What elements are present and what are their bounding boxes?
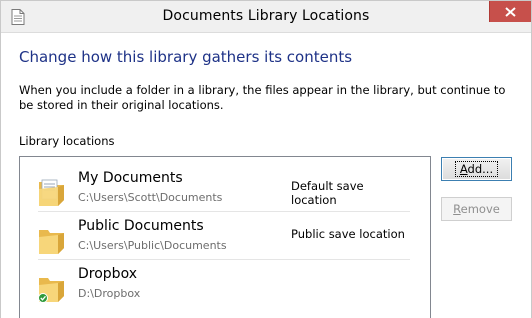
location-name: Public Documents <box>78 218 204 234</box>
list-item[interactable]: Dropbox D:\Dropbox <box>38 261 410 308</box>
location-name: My Documents <box>78 170 183 186</box>
add-button[interactable]: Add... <box>441 157 512 181</box>
remove-button[interactable]: Remove <box>441 197 512 221</box>
dialog-window: Documents Library Locations Change how t… <box>0 0 532 318</box>
location-path: C:\Users\Public\Documents <box>78 239 227 252</box>
description-text: When you include a folder in a library, … <box>19 83 506 112</box>
folder-documents-icon <box>38 177 65 207</box>
add-label-rest: dd... <box>467 162 494 176</box>
library-locations-label: Library locations <box>19 134 115 148</box>
location-path: C:\Users\Scott\Documents <box>78 191 223 204</box>
folder-sync-icon <box>38 273 65 303</box>
add-mnemonic: A <box>459 162 468 176</box>
folder-icon <box>38 225 65 255</box>
remove-mnemonic: R <box>453 202 461 216</box>
page-heading: Change how this library gathers its cont… <box>19 48 353 66</box>
location-status: Default save location <box>291 179 364 207</box>
remove-label-rest: emove <box>460 202 500 216</box>
library-locations-list[interactable]: My Documents C:\Users\Scott\Documents De… <box>19 156 431 318</box>
window-title: Documents Library Locations <box>162 8 370 24</box>
location-name: Dropbox <box>78 266 137 282</box>
location-status: Public save location <box>291 227 405 241</box>
list-item[interactable]: My Documents C:\Users\Scott\Documents De… <box>38 165 410 212</box>
close-button[interactable] <box>489 1 531 22</box>
title-bar[interactable]: Documents Library Locations <box>1 1 531 33</box>
remove-button-label: Remove <box>453 202 500 216</box>
add-button-label: Add... <box>454 161 499 177</box>
close-icon <box>505 6 516 17</box>
location-path: D:\Dropbox <box>78 287 141 300</box>
list-item[interactable]: Public Documents C:\Users\Public\Documen… <box>38 213 410 260</box>
